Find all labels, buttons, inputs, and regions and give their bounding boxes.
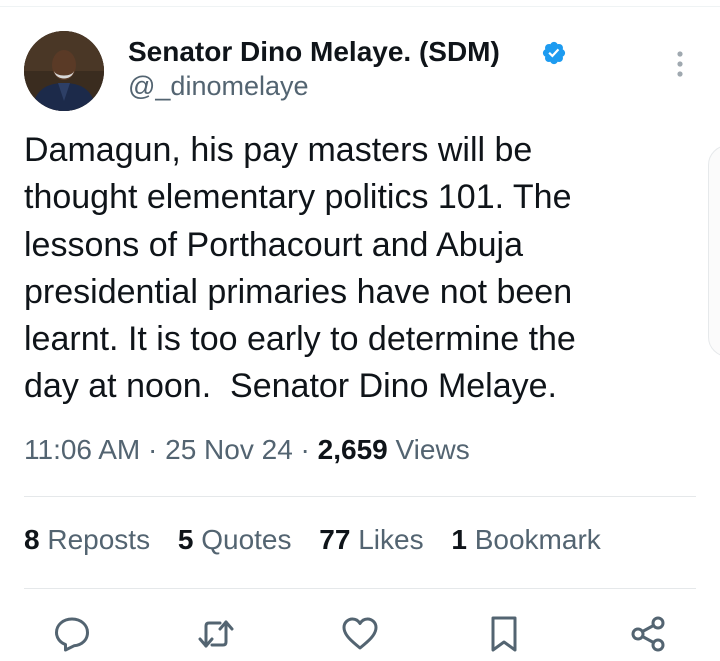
bookmarks-stat[interactable]: 1 Bookmark xyxy=(451,524,600,555)
reposts-count: 8 xyxy=(24,524,40,555)
divider xyxy=(24,588,696,589)
heart-icon[interactable] xyxy=(340,614,380,654)
quotes-stat[interactable]: 5 Quotes xyxy=(178,524,292,555)
divider xyxy=(24,496,696,497)
author-handle[interactable]: @_dinomelaye xyxy=(128,71,309,102)
bookmarks-count: 1 xyxy=(451,524,467,555)
likes-count: 77 xyxy=(319,524,351,555)
top-divider xyxy=(0,6,720,7)
reposts-stat[interactable]: 8 Reposts xyxy=(24,524,150,555)
tweet-date[interactable]: 25 Nov 24 xyxy=(165,434,293,465)
verified-badge-icon xyxy=(541,40,567,66)
reposts-label: Reposts xyxy=(47,524,151,555)
more-vertical-icon[interactable] xyxy=(666,48,694,80)
views-label: Views xyxy=(395,434,470,465)
views-count: 2,659 xyxy=(317,434,388,465)
likes-label: Likes xyxy=(358,524,424,555)
bookmarks-label: Bookmark xyxy=(474,524,601,555)
avatar[interactable] xyxy=(24,31,104,111)
quotes-count: 5 xyxy=(177,524,194,555)
share-icon[interactable] xyxy=(628,614,668,654)
likes-stat[interactable]: 77 Likes xyxy=(319,524,423,555)
engagement-stats: 8 Reposts 5 Quotes 77 Likes 1 Bookmark xyxy=(24,524,621,556)
bookmark-icon[interactable] xyxy=(484,614,524,654)
tweet-time[interactable]: 11:06 AM xyxy=(24,434,140,465)
repost-icon[interactable] xyxy=(196,614,236,654)
meta-separator: · xyxy=(300,434,310,465)
edge-overlay xyxy=(708,145,720,357)
reply-icon[interactable] xyxy=(52,614,92,654)
quotes-label: Quotes xyxy=(201,524,292,555)
tweet-meta: 11:06 AM · 25 Nov 24 · 2,659 Views xyxy=(24,434,470,466)
tweet-text: Damagun, his pay masters will be thought… xyxy=(24,131,576,406)
author-display-name[interactable]: Senator Dino Melaye. (SDM) xyxy=(128,36,500,68)
meta-separator: · xyxy=(148,434,158,465)
